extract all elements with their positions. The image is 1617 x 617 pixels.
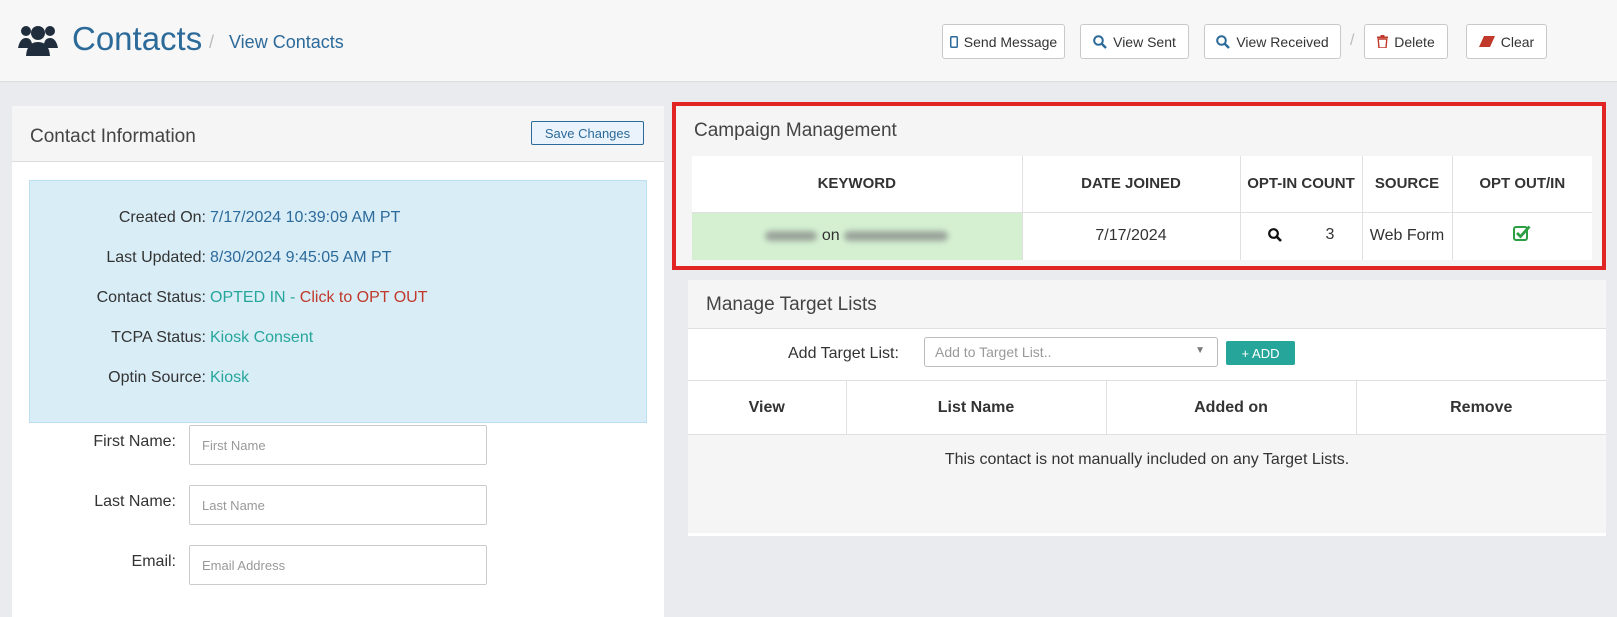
optin-count-header: OPT-IN COUNT (1240, 156, 1363, 213)
last-name-field[interactable] (189, 485, 487, 525)
campaign-table: KEYWORD DATE JOINED OPT-IN COUNT SOURCE … (692, 156, 1592, 260)
campaign-management-title: Campaign Management (694, 120, 897, 141)
tcpa-status-value: Kiosk Consent (210, 329, 314, 346)
source-cell: Web Form (1362, 212, 1453, 260)
source-header: SOURCE (1362, 156, 1453, 213)
date-joined-header: DATE JOINED (1022, 156, 1241, 213)
optin-count-cell: 3 (1240, 212, 1363, 260)
panel-header: Contact Information Save Changes (12, 106, 664, 162)
contact-information-panel: Contact Information Save Changes Created… (12, 106, 664, 617)
tcpa-status-label: TCPA Status: (111, 329, 206, 346)
view-header: View (688, 380, 847, 435)
redacted-phone-number (844, 231, 949, 242)
add-target-list-row: Add Target List: Add to Target List.. ▼ … (688, 328, 1606, 380)
email-field[interactable] (189, 545, 487, 585)
optin-source-row: Optin Source: Kiosk (30, 369, 648, 393)
add-target-list-button[interactable]: + ADD (1226, 341, 1295, 365)
send-message-button[interactable]: Send Message (942, 24, 1065, 59)
status-separator: - (285, 289, 300, 306)
last-name-label: Last Name: (94, 493, 176, 510)
first-name-label: First Name: (93, 433, 176, 450)
delete-label: Delete (1394, 33, 1435, 50)
keyword-cell: on (692, 212, 1023, 260)
breadcrumb-separator: / (209, 32, 215, 52)
last-updated-value: 8/30/2024 9:45:05 AM PT (210, 249, 392, 266)
send-message-label: Send Message (963, 33, 1058, 50)
search-icon[interactable] (1267, 227, 1282, 242)
keyword-connector: on (821, 227, 840, 245)
target-list-select-placeholder: Add to Target List.. (935, 344, 1052, 360)
contact-details-box: Created On: 7/17/2024 10:39:09 AM PT Las… (29, 180, 647, 423)
eraser-icon (1478, 36, 1495, 47)
first-name-row: First Name: (12, 425, 664, 465)
target-lists-table: View List Name Added on Remove This cont… (688, 380, 1606, 536)
created-on-label: Created On: (118, 209, 206, 226)
mobile-icon (949, 35, 958, 48)
page-header: Contacts / View Contacts Send Message Vi… (0, 0, 1617, 82)
contact-status-label: Contact Status: (96, 289, 206, 306)
view-sent-label: View Sent (1113, 33, 1176, 50)
optin-source-label: Optin Source: (108, 369, 206, 386)
search-icon (1093, 34, 1107, 49)
contact-status-row: Contact Status: OPTED IN - Click to OPT … (30, 289, 648, 313)
last-name-row: Last Name: (12, 485, 664, 525)
checked-box-icon[interactable] (1513, 225, 1531, 242)
contact-status-value: OPTED IN - Click to OPT OUT (210, 289, 428, 307)
page-title: Contacts (72, 20, 203, 57)
view-sent-button[interactable]: View Sent (1080, 24, 1189, 59)
last-updated-row: Last Updated: 8/30/2024 9:45:05 AM PT (30, 249, 648, 273)
table-row: This contact is not manually included on… (688, 434, 1606, 536)
caret-down-icon: ▼ (1195, 345, 1205, 356)
manage-target-lists-panel: Manage Target Lists Add Target List: Add… (688, 280, 1606, 536)
save-changes-button[interactable]: Save Changes (531, 121, 644, 145)
added-on-header: Added on (1106, 380, 1357, 435)
view-received-label: View Received (1236, 33, 1329, 50)
campaign-management-panel: Campaign Management KEYWORD DATE JOINED … (672, 102, 1606, 270)
table-row: on 7/17/2024 3 Web Form (692, 212, 1592, 260)
last-updated-label: Last Updated: (106, 249, 206, 266)
email-label: Email: (131, 553, 176, 570)
view-received-button[interactable]: View Received (1204, 24, 1341, 59)
opt-out-in-cell (1452, 212, 1592, 260)
target-lists-table-header: View List Name Added on Remove (688, 380, 1606, 435)
add-target-list-label: Add Target List: (788, 345, 899, 362)
email-row: Email: (12, 545, 664, 585)
clear-button[interactable]: Clear (1466, 24, 1547, 59)
list-name-header: List Name (846, 380, 1107, 435)
opted-in-status: OPTED IN (210, 289, 286, 306)
first-name-field[interactable] (189, 425, 487, 465)
optin-source-value: Kiosk (210, 369, 250, 386)
created-on-value: 7/17/2024 10:39:09 AM PT (210, 209, 401, 226)
panel-title: Contact Information (30, 126, 196, 147)
clear-label: Clear (1500, 33, 1535, 50)
keyword-header: KEYWORD (692, 156, 1023, 213)
breadcrumb-view-contacts[interactable]: View Contacts (229, 32, 344, 53)
campaign-table-header: KEYWORD DATE JOINED OPT-IN COUNT SOURCE … (692, 156, 1592, 213)
target-lists-title: Manage Target Lists (706, 294, 877, 315)
target-list-select[interactable]: Add to Target List.. ▼ (924, 337, 1218, 367)
created-on-row: Created On: 7/17/2024 10:39:09 AM PT (30, 209, 648, 233)
delete-button[interactable]: Delete (1364, 24, 1448, 59)
optin-count-value: 3 (1325, 225, 1335, 243)
empty-message: This contact is not manually included on… (688, 434, 1606, 536)
opt-out-in-header: OPT OUT/IN (1452, 156, 1592, 213)
redacted-keyword (765, 231, 818, 242)
remove-header: Remove (1356, 380, 1606, 435)
date-joined-cell: 7/17/2024 (1022, 212, 1241, 260)
search-icon (1216, 34, 1231, 49)
toolbar-divider: / (1350, 32, 1355, 49)
trash-icon (1377, 35, 1389, 48)
opt-out-link[interactable]: Click to OPT OUT (300, 289, 428, 306)
users-icon (18, 22, 58, 58)
tcpa-status-row: TCPA Status: Kiosk Consent (30, 329, 648, 353)
